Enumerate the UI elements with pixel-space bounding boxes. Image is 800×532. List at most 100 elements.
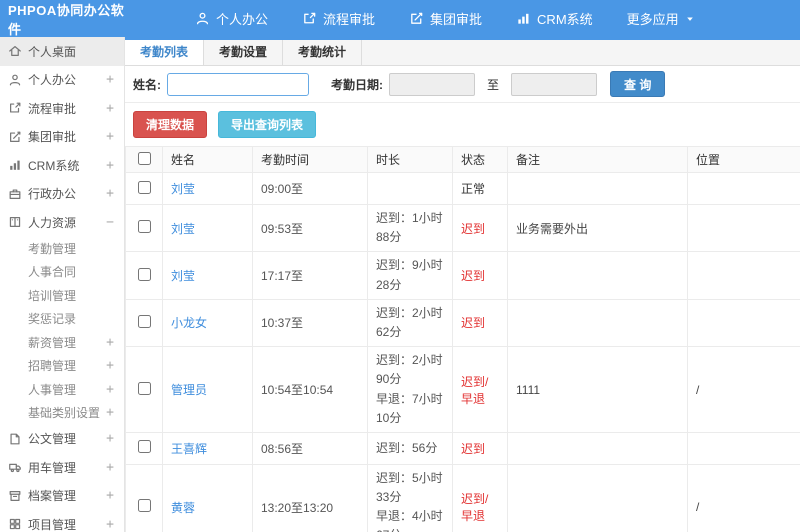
status-cell: 迟到 (452, 298, 508, 348)
sidebar-subitem[interactable]: 奖惩记录 (0, 307, 124, 331)
expand-toggle-icon[interactable]: + (106, 488, 114, 503)
sidebar-subitem[interactable]: 基础类别设置 + (0, 401, 124, 425)
name-input[interactable] (167, 72, 309, 96)
sidebar: 个人桌面 个人办公 + 流程审批 + 集团审批 + CRM系统 + 行政办公 + 人力资源 − 考勤管理人… (0, 37, 125, 532)
time-cell: 08:56至 (252, 431, 368, 465)
expand-toggle-icon[interactable]: + (106, 158, 114, 173)
table-header-row: 姓名 考勤时间 时长 状态 备注 位置 (125, 146, 800, 173)
date-to-input[interactable] (511, 72, 598, 96)
sidebar-subitem-label: 人事合同 (28, 265, 77, 280)
expand-toggle-icon[interactable]: + (106, 405, 114, 420)
remark-cell (507, 431, 688, 465)
tab-考勤设置[interactable]: 考勤设置 (204, 40, 284, 65)
row-checkbox[interactable] (137, 381, 151, 395)
date-label: 考勤日期: (331, 77, 383, 92)
sidebar-subitem[interactable]: 薪资管理 + (0, 331, 124, 355)
sidebar-item[interactable]: 个人桌面 (0, 37, 124, 66)
expand-toggle-icon[interactable]: + (106, 129, 114, 144)
row-checkbox[interactable] (137, 180, 151, 194)
nav-item[interactable]: 流程审批 (302, 9, 375, 28)
name-cell: 管理员 (162, 346, 253, 433)
remark-cell (507, 298, 688, 348)
employee-name-link[interactable]: 黄蓉 (171, 501, 195, 515)
expand-toggle-icon[interactable]: + (106, 101, 114, 116)
row-checkbox[interactable] (137, 267, 151, 281)
sidebar-subitem-label: 奖惩记录 (28, 312, 77, 327)
row-checkbox[interactable] (137, 440, 151, 454)
sidebar-subitem[interactable]: 人事管理 + (0, 378, 124, 402)
edit-icon (409, 11, 424, 26)
sidebar-subitem-label: 考勤管理 (28, 241, 77, 256)
location-cell (687, 172, 800, 205)
nav-item[interactable]: 集团审批 (409, 9, 482, 28)
status-cell: 迟到 (452, 431, 508, 465)
expand-toggle-icon[interactable]: + (106, 460, 114, 475)
row-check-cell (125, 346, 163, 433)
user-icon (195, 11, 210, 26)
expand-toggle-icon[interactable]: + (106, 186, 114, 201)
duration-cell (367, 172, 453, 205)
sidebar-item[interactable]: 项目管理 + (0, 510, 124, 532)
sidebar-subitem[interactable]: 人事合同 (0, 260, 124, 284)
remark-cell: 1111 (507, 346, 688, 433)
top-navbar: PHPOA协同办公软件 个人办公 流程审批 集团审批 CRM系统 更多应用 (0, 0, 800, 37)
sidebar-item[interactable]: 用车管理 + (0, 453, 124, 482)
expand-toggle-icon[interactable]: − (106, 215, 114, 230)
sidebar-item-label: 项目管理 (28, 517, 77, 532)
sidebar-item[interactable]: 个人办公 + (0, 66, 124, 95)
sidebar-item[interactable]: 人力资源 − (0, 208, 124, 237)
expand-toggle-icon[interactable]: + (106, 382, 114, 397)
sidebar-subitem[interactable]: 培训管理 (0, 284, 124, 308)
time-cell: 09:00至 (252, 172, 368, 205)
sidebar-subitem[interactable]: 招聘管理 + (0, 354, 124, 378)
sidebar-item[interactable]: 流程审批 + (0, 94, 124, 123)
time-cell: 13:20至13:20 (252, 463, 368, 532)
sidebar-item[interactable]: 集团审批 + (0, 123, 124, 152)
employee-name-link[interactable]: 刘莹 (171, 222, 195, 236)
export-list-button[interactable]: 导出查询列表 (218, 111, 317, 138)
nav-item[interactable]: 个人办公 (195, 9, 268, 28)
app-logo: PHPOA协同办公软件 (8, 2, 125, 37)
row-checkbox[interactable] (137, 499, 151, 513)
clean-data-button[interactable]: 清理数据 (133, 111, 208, 138)
select-all-checkbox[interactable] (137, 151, 151, 165)
employee-name-link[interactable]: 刘莹 (171, 182, 195, 196)
expand-toggle-icon[interactable]: + (106, 358, 114, 373)
tab-考勤统计[interactable]: 考勤统计 (283, 40, 363, 65)
sidebar-item[interactable]: 公文管理 + (0, 425, 124, 454)
table-row: 刘莹 09:53至 迟到：1小时88分 迟到 业务需要外出 (125, 203, 800, 253)
sidebar-subitem[interactable]: 考勤管理 (0, 237, 124, 261)
expand-toggle-icon[interactable]: + (106, 335, 114, 350)
date-from-input[interactable] (389, 72, 475, 96)
row-checkbox[interactable] (137, 220, 151, 234)
query-button[interactable]: 查 询 (610, 71, 666, 97)
employee-name-link[interactable]: 小龙女 (171, 316, 207, 330)
truck-icon (8, 460, 28, 474)
employee-name-link[interactable]: 刘莹 (171, 269, 195, 283)
table-row: 管理员 10:54至10:54 迟到：2小时90分 早退：7小时10分 迟到/早退 11… (125, 346, 800, 433)
sidebar-item[interactable]: CRM系统 + (0, 151, 124, 180)
table-row: 刘莹 09:00至 正常 (125, 172, 800, 205)
sidebar-item[interactable]: 档案管理 + (0, 482, 124, 511)
expand-toggle-icon[interactable]: + (106, 72, 114, 87)
nav-item[interactable]: CRM系统 (516, 9, 593, 28)
tab-考勤列表[interactable]: 考勤列表 (125, 40, 205, 65)
name-cell: 刘莹 (162, 251, 253, 300)
expand-toggle-icon[interactable]: + (106, 517, 114, 532)
name-cell: 王喜辉 (162, 431, 253, 465)
nav-item[interactable]: 更多应用 (627, 9, 695, 28)
location-cell: / (687, 346, 800, 433)
nav-item-label: 集团审批 (430, 12, 483, 27)
employee-name-link[interactable]: 管理员 (171, 383, 207, 397)
table-row: 小龙女 10:37至 迟到：2小时62分 迟到 (125, 298, 800, 348)
employee-name-link[interactable]: 王喜辉 (171, 442, 207, 456)
row-checkbox[interactable] (137, 314, 151, 328)
sidebar-item[interactable]: 行政办公 + (0, 180, 124, 209)
doc-icon (8, 432, 28, 446)
sidebar-item-label: 流程审批 (28, 101, 77, 116)
row-check-cell (125, 172, 163, 205)
status-cell: 迟到 (452, 203, 508, 253)
sidebar-item-label: 公文管理 (28, 432, 77, 447)
expand-toggle-icon[interactable]: + (106, 431, 114, 446)
column-header: 姓名 (162, 146, 253, 173)
